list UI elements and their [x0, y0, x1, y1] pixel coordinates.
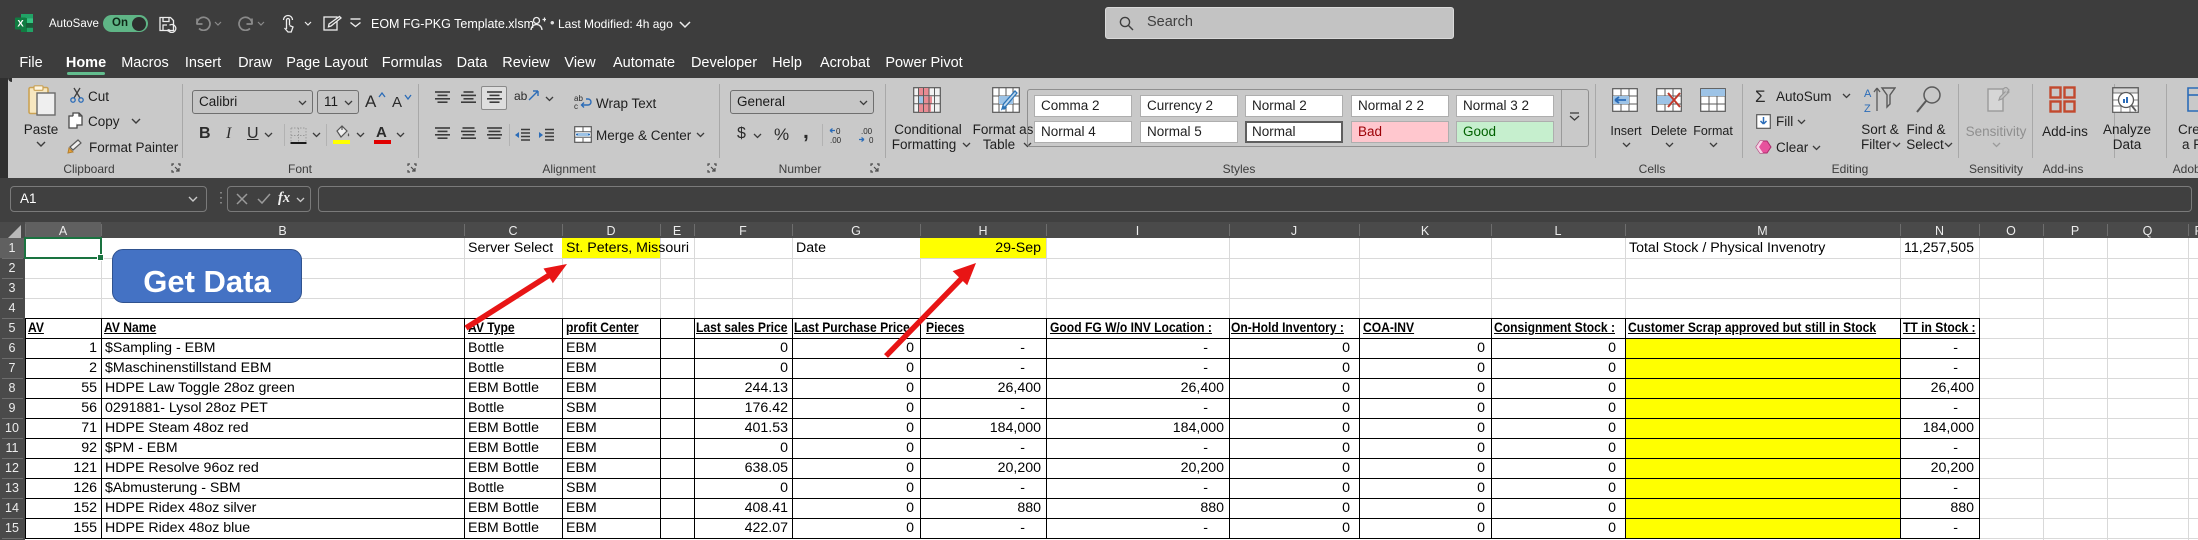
svg-text:X: X	[17, 19, 24, 30]
svg-text:0: 0	[836, 127, 841, 136]
svg-text:A: A	[1864, 88, 1872, 100]
svg-text:.00: .00	[830, 136, 842, 144]
svg-text:Z: Z	[1864, 103, 1871, 113]
svg-text:.00: .00	[861, 127, 873, 136]
svg-text:0: 0	[869, 136, 874, 144]
svg-text:c: c	[574, 102, 578, 110]
